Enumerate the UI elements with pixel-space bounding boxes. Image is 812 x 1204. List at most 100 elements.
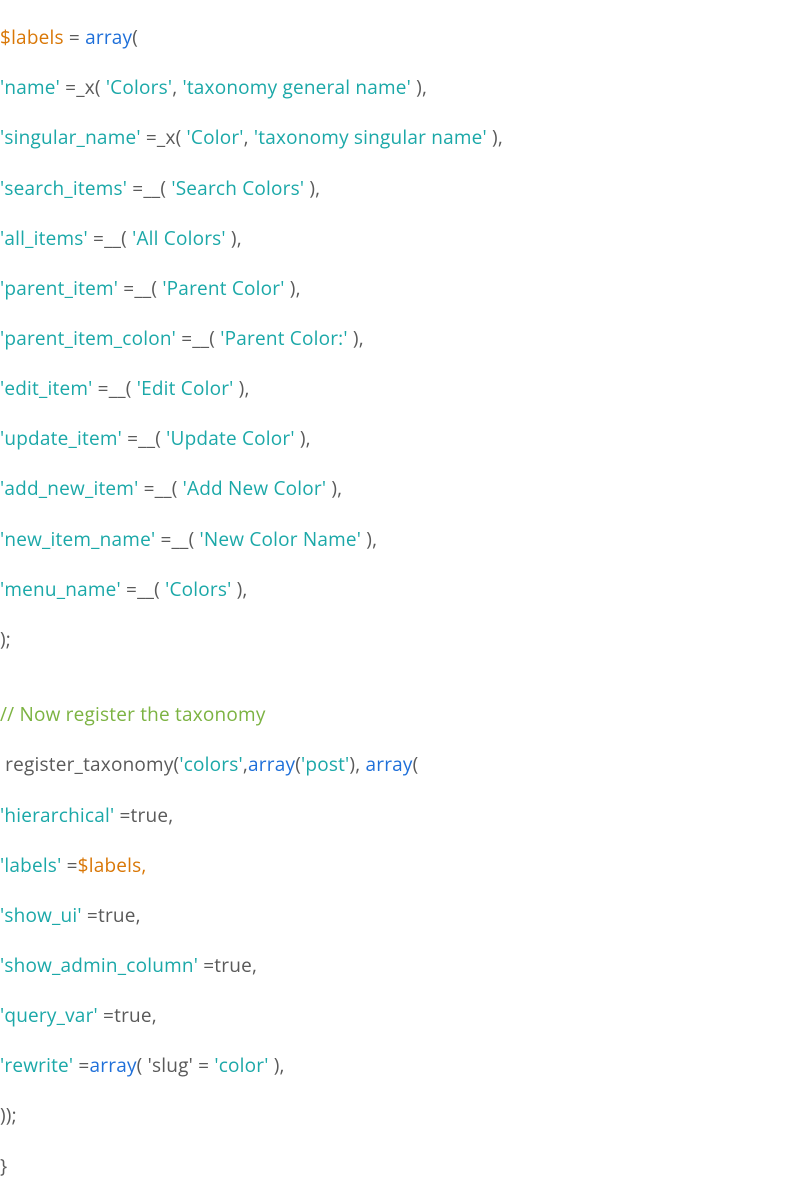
code-line: ); (0, 627, 812, 652)
code-line: 'new_item_name' =__( 'New Color Name' ), (0, 527, 812, 552)
close-token: ), (226, 225, 242, 251)
comma-token: , (172, 74, 182, 100)
operator-token: =__( (121, 576, 165, 602)
string-value: 'taxonomy general name' (182, 74, 411, 100)
keyword-token: array (365, 751, 412, 777)
string-key: 'show_admin_column' (0, 952, 198, 978)
operator-token: =_x( (141, 124, 187, 150)
string-key: 'edit_item' (0, 375, 93, 401)
code-line: 'name' =_x( 'Colors', 'taxonomy general … (0, 75, 812, 100)
string-key: 'menu_name' (0, 576, 121, 602)
string-key: 'name' (0, 74, 60, 100)
string-value: 'New Color Name' (200, 526, 362, 552)
code-line: 'labels' =$labels, (0, 853, 812, 878)
code-line: 'menu_name' =__( 'Colors' ), (0, 577, 812, 602)
string-value: 'post' (301, 751, 349, 777)
string-value: 'Colors' (106, 74, 172, 100)
close-token: ), (487, 124, 503, 150)
close-token: ), (234, 375, 250, 401)
close-token: ), (285, 275, 301, 301)
close-token: ), (326, 475, 342, 501)
string-value: 'Parent Color' (162, 275, 284, 301)
string-key: 'rewrite' (0, 1052, 73, 1078)
variable-token: $labels, (78, 852, 147, 878)
string-value: 'taxonomy singular name' (254, 124, 487, 150)
operator-token: = (82, 902, 98, 928)
code-line: 'search_items' =__( 'Search Colors' ), (0, 176, 812, 201)
operator-token: =__( (88, 225, 132, 251)
string-key: 'new_item_name' (0, 526, 155, 552)
string-key: 'query_var' (0, 1002, 98, 1028)
code-line: 'all_items' =__( 'All Colors' ), (0, 226, 812, 251)
operator-token: =__( (93, 375, 137, 401)
close-token: ), (349, 751, 365, 777)
operator-token: =__( (155, 526, 199, 552)
paren-token: ( (132, 24, 138, 50)
code-line: 'edit_item' =__( 'Edit Color' ), (0, 376, 812, 401)
eq-token: = (193, 1052, 214, 1078)
code-line: 'add_new_item' =__( 'Add New Color' ), (0, 476, 812, 501)
paren-token: ( (137, 1052, 148, 1078)
operator-token: =__( (176, 325, 220, 351)
close-token: ), (411, 74, 427, 100)
operator-token: = (73, 1052, 89, 1078)
string-value: 'Search Colors' (171, 175, 304, 201)
operator-token: = (114, 802, 130, 828)
operator-token: =__( (138, 475, 182, 501)
keyword-token: array (85, 24, 132, 50)
string-key: 'hierarchical' (0, 802, 114, 828)
code-line: )); (0, 1103, 812, 1128)
operator-token: = (98, 1002, 114, 1028)
code-line: } (0, 1154, 812, 1179)
value-token: true, (131, 802, 174, 828)
string-key: 'update_item' (0, 425, 122, 451)
comma-token: , (244, 124, 254, 150)
string-key: 'parent_item_colon' (0, 325, 176, 351)
paren-token: ( (413, 751, 419, 777)
value-token: true, (114, 1002, 157, 1028)
close-token: ), (361, 526, 377, 552)
code-line: 'show_admin_column' =true, (0, 953, 812, 978)
operator-token: =__( (118, 275, 162, 301)
code-line: 'show_ui' =true, (0, 903, 812, 928)
close-token: ), (348, 325, 364, 351)
code-line: 'rewrite' =array( 'slug' = 'color' ), (0, 1053, 812, 1078)
code-block: $labels = array( 'name' =_x( 'Colors', '… (0, 0, 812, 1204)
string-key: 'show_ui' (0, 902, 82, 928)
slug-token: 'slug' (148, 1052, 193, 1078)
string-value: 'Add New Color' (183, 475, 327, 501)
code-line: 'update_item' =__( 'Update Color' ), (0, 426, 812, 451)
code-line: 'query_var' =true, (0, 1003, 812, 1028)
code-line: register_taxonomy('colors',array('post')… (0, 752, 812, 777)
string-key: 'parent_item' (0, 275, 118, 301)
keyword-token: array (248, 751, 295, 777)
code-line: 'singular_name' =_x( 'Color', 'taxonomy … (0, 125, 812, 150)
string-key: 'singular_name' (0, 124, 141, 150)
operator-token: = (198, 952, 214, 978)
function-call: register_taxonomy( (0, 751, 179, 777)
string-value: 'colors' (179, 751, 243, 777)
string-key: 'add_new_item' (0, 475, 138, 501)
string-value: 'Colors' (165, 576, 231, 602)
string-value: 'Update Color' (166, 425, 295, 451)
string-key: 'search_items' (0, 175, 127, 201)
close-token: ), (304, 175, 320, 201)
string-key: 'labels' (0, 852, 61, 878)
code-line: $labels = array( (0, 25, 812, 50)
value-token: true, (214, 952, 257, 978)
operator-token: = (64, 24, 85, 50)
operator-token: =__( (127, 175, 171, 201)
code-line: 'parent_item' =__( 'Parent Color' ), (0, 276, 812, 301)
close-token: ), (231, 576, 247, 602)
code-line: 'hierarchical' =true, (0, 803, 812, 828)
variable-token: $labels (0, 24, 64, 50)
string-value: 'Edit Color' (137, 375, 234, 401)
close-token: ), (295, 425, 311, 451)
string-value: 'color' (214, 1052, 268, 1078)
code-line: 'parent_item_colon' =__( 'Parent Color:'… (0, 326, 812, 351)
operator-token: =__( (122, 425, 166, 451)
string-value: 'Color' (187, 124, 244, 150)
close-token: ), (269, 1052, 285, 1078)
operator-token: =_x( (60, 74, 106, 100)
string-key: 'all_items' (0, 225, 88, 251)
